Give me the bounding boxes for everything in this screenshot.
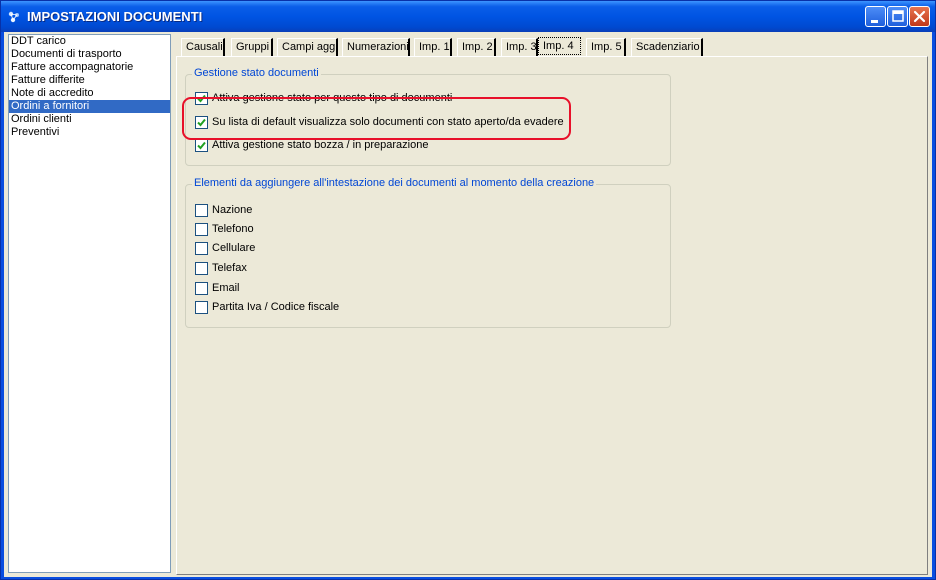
tab-imp-3[interactable]: Imp. 3 — [501, 38, 538, 56]
maximize-button[interactable] — [887, 6, 908, 27]
minimize-icon — [871, 20, 878, 23]
intestazione-option-label: Nazione — [212, 204, 253, 216]
doc-type-item-ddt-carico[interactable]: DDT carico — [9, 35, 170, 48]
window-title: IMPOSTAZIONI DOCUMENTI — [27, 9, 203, 24]
close-button[interactable] — [909, 6, 930, 27]
settings-window: IMPOSTAZIONI DOCUMENTI DDT carico Documen… — [0, 0, 936, 580]
tab-campi-agg[interactable]: Campi agg. — [277, 38, 338, 56]
doc-type-item-ordini-a-fornitori[interactable]: Ordini a fornitori — [9, 100, 170, 113]
checkbox-unchecked[interactable] — [195, 301, 208, 314]
tab-imp-1[interactable]: Imp. 1 — [414, 38, 452, 56]
tab-imp-4[interactable]: Imp. 4 — [538, 37, 581, 55]
stato-option-label: Attiva gestione stato bozza / in prepara… — [212, 139, 429, 151]
doc-type-item-note-di-accredito[interactable]: Note di accredito — [9, 87, 170, 100]
highlight-annotation — [182, 97, 571, 140]
checkbox-unchecked[interactable] — [195, 204, 208, 217]
close-icon — [913, 10, 926, 23]
app-icon — [7, 10, 21, 24]
tab-gruppi[interactable]: Gruppi — [231, 38, 273, 56]
checkbox-checked[interactable] — [195, 139, 208, 152]
tab-imp-5[interactable]: Imp. 5 — [586, 38, 626, 56]
document-type-list[interactable]: DDT carico Documenti di trasporto Fatture … — [8, 34, 171, 573]
doc-type-item-fatture-accompagnatorie[interactable]: Fatture accompagnatorie — [9, 61, 170, 74]
maximize-icon — [892, 10, 904, 22]
tab-scadenziario[interactable]: Scadenziario — [631, 38, 703, 56]
intestazione-option-label: Telefax — [212, 262, 247, 274]
checkbox-unchecked[interactable] — [195, 242, 208, 255]
intestazione-option-label: Partita Iva / Codice fiscale — [212, 301, 340, 313]
settings-tabs: Causali Gruppi Campi agg. Numerazioni Imp. 1… — [176, 37, 928, 56]
intestazione-option-label: Email — [212, 282, 240, 294]
checkbox-unchecked[interactable] — [195, 282, 208, 295]
checkbox-unchecked[interactable] — [195, 223, 208, 236]
tab-causali[interactable]: Causali — [181, 38, 225, 56]
intestazione-option-label: Telefono — [212, 223, 254, 235]
intestazione-group-title: Elementi da aggiungere all'intestazione … — [192, 177, 597, 189]
intestazione-option-label: Cellulare — [212, 242, 256, 254]
title-bar[interactable]: IMPOSTAZIONI DOCUMENTI — [1, 1, 935, 32]
minimize-button[interactable] — [865, 6, 886, 27]
doc-type-item-documenti-di-trasporto[interactable]: Documenti di trasporto — [9, 48, 170, 61]
intestazione-group: Elementi da aggiungere all'intestazione … — [185, 177, 671, 328]
doc-type-item-fatture-differite[interactable]: Fatture differite — [9, 74, 170, 87]
doc-type-item-preventivi[interactable]: Preventivi — [9, 126, 170, 139]
checkbox-unchecked[interactable] — [195, 262, 208, 275]
tab-numerazioni[interactable]: Numerazioni — [342, 38, 410, 56]
doc-type-item-ordini-clienti[interactable]: Ordini clienti — [9, 113, 170, 126]
stato-documenti-group-title: Gestione stato documenti — [192, 67, 321, 79]
tab-imp-2[interactable]: Imp. 2 — [457, 38, 496, 56]
